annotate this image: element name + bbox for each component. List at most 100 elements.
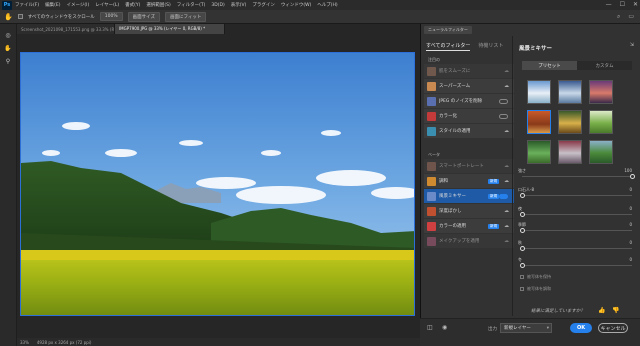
slider-value: 0	[629, 187, 632, 192]
zoom-icon[interactable]: ⚲	[6, 58, 10, 65]
menu-edit[interactable]: 編集(E)	[45, 2, 60, 8]
new-badge: 新規	[488, 178, 499, 184]
preset-thumb[interactable]	[558, 110, 582, 134]
cloud-icon: ☁	[504, 68, 509, 74]
scroll-all-checkbox[interactable]	[17, 14, 23, 19]
slider-value: 0	[629, 222, 632, 227]
landscape-photo[interactable]	[20, 52, 415, 316]
settings-menu-icon[interactable]: ⇲	[630, 42, 634, 48]
beta-label: ベータ	[428, 152, 440, 157]
tab-screenshot[interactable]: Screenshot_2021098_171553.png @ 33.3% (R…	[17, 24, 115, 34]
zoom-100-button[interactable]: 100%	[99, 12, 123, 21]
slider-knob[interactable]	[519, 263, 525, 268]
menu-select[interactable]: 選択範囲(S)	[146, 2, 170, 8]
checkbox-box[interactable]	[520, 287, 524, 291]
checkbox-box[interactable]	[520, 275, 524, 279]
slider-track[interactable]	[522, 248, 632, 249]
checkbox-label: 被写体を調和	[527, 286, 551, 291]
filter-thumb	[427, 126, 436, 136]
close-icon[interactable]: ✕	[633, 1, 638, 8]
thumbs-up-icon[interactable]: 👍	[598, 307, 605, 314]
filter-landscape-mixer[interactable]: 風景ミキサー 新規	[424, 189, 514, 203]
menu-3d[interactable]: 3D(D)	[211, 3, 224, 8]
filter-makeup-transfer[interactable]: メイクアップを適用 ☁	[424, 234, 514, 248]
filter-smart-portrait[interactable]: スマートポートレート ☁	[424, 159, 514, 173]
cloud-icon: ☁	[504, 178, 509, 184]
slider-knob[interactable]	[519, 212, 525, 217]
slider-knob[interactable]	[629, 174, 635, 179]
status-bar: 33% 4928 px x 3264 px (72 ppi)	[17, 338, 420, 346]
menu-filter[interactable]: フィルター(T)	[177, 2, 206, 8]
menu-layer[interactable]: レイヤー(L)	[95, 2, 119, 8]
menu-window[interactable]: ウィンドウ(W)	[281, 2, 311, 8]
cancel-button[interactable]: キャンセル	[598, 323, 628, 333]
preset-thumb[interactable]	[589, 140, 613, 164]
output-select[interactable]: 新規レイヤー ▾	[500, 323, 552, 333]
cloud-icon: ☁	[504, 238, 509, 244]
slider-track[interactable]	[522, 230, 632, 231]
filter-toggle[interactable]	[499, 113, 508, 119]
preset-thumb[interactable]	[527, 140, 551, 164]
preset-custom-switch: プリセット カスタム	[522, 61, 632, 70]
slider-track[interactable]	[522, 176, 632, 177]
filter-super-zoom[interactable]: スーパーズーム ☁	[424, 79, 514, 93]
preset-thumb[interactable]	[527, 110, 551, 134]
filter-toggle[interactable]	[499, 193, 508, 199]
slider-track[interactable]	[522, 214, 632, 215]
filter-color-transfer[interactable]: カラーの適用 新規 ☁	[424, 219, 514, 233]
tab-all-filters[interactable]: すべてのフィルター	[426, 42, 471, 51]
beta-filter-list: スマートポートレート ☁ 調和 新規 ☁ 風景ミキサー 新規 深度ぼかし ☁ カ…	[424, 159, 514, 248]
filter-name: カラーの適用	[439, 224, 466, 229]
menu-plugins[interactable]: プラグイン	[252, 2, 275, 8]
preset-thumb[interactable]	[558, 80, 582, 104]
ok-button[interactable]: OK	[570, 323, 592, 333]
cloud-icon: ☁	[504, 83, 509, 89]
filter-depth-blur[interactable]: 深度ぼかし ☁	[424, 204, 514, 218]
maximize-icon[interactable]: ☐	[620, 1, 625, 8]
filter-colorize[interactable]: カラー化	[424, 109, 514, 123]
hand-tool-icon: ✋	[4, 12, 13, 21]
workspace-icon[interactable]: ▭	[628, 13, 634, 21]
tab-active-image[interactable]: IMGP7900.JPG @ 33% (レイヤー 0, RGB/8) *	[115, 24, 225, 34]
preset-thumb[interactable]	[589, 110, 613, 134]
slider-knob[interactable]	[519, 193, 525, 198]
filter-thumb	[427, 96, 436, 106]
slider-knob[interactable]	[519, 246, 525, 251]
cloud-icon: ☁	[504, 163, 509, 169]
layers-icon[interactable]: ◫	[427, 324, 433, 331]
preserve-subject-checkbox[interactable]: 被写体を保持	[520, 274, 551, 280]
menu-help[interactable]: ヘルプ(H)	[317, 2, 337, 8]
slider-track[interactable]	[522, 265, 632, 266]
filter-toggle[interactable]	[499, 98, 508, 104]
menu-image[interactable]: イメージ(I)	[66, 2, 89, 8]
harmonize-subject-checkbox[interactable]: 被写体を調和	[520, 286, 551, 292]
slider-track[interactable]	[522, 195, 632, 196]
filter-harmonization[interactable]: 調和 新規 ☁	[424, 174, 514, 188]
fit-screen-button[interactable]: 画面サイズ	[127, 11, 160, 22]
filter-name: 肌をスムーズに	[439, 69, 471, 74]
preview-icon[interactable]: ◉	[442, 324, 447, 331]
filter-thumb	[427, 66, 436, 76]
filter-skin-smoothing[interactable]: 肌をスムーズに ☁	[424, 64, 514, 78]
eye-icon[interactable]: ◎	[5, 32, 10, 39]
search-icon[interactable]: ⌕	[617, 13, 620, 21]
preset-thumb[interactable]	[527, 80, 551, 104]
minimize-icon[interactable]: —	[606, 1, 612, 8]
hand-icon[interactable]: ✋	[4, 45, 11, 52]
tab-custom[interactable]: カスタム	[577, 61, 632, 70]
filter-style-transfer[interactable]: スタイルの適用 ☁	[424, 124, 514, 138]
thumbs-down-icon[interactable]: 👎	[612, 307, 619, 314]
filter-jpeg-noise[interactable]: JPEG のノイズを削除	[424, 94, 514, 108]
tab-wait-list[interactable]: 待機リスト	[478, 42, 503, 51]
preset-thumb[interactable]	[589, 80, 613, 104]
tab-presets[interactable]: プリセット	[522, 61, 577, 70]
menu-file[interactable]: ファイル(F)	[15, 2, 39, 8]
slider-knob[interactable]	[519, 228, 525, 233]
preset-thumb[interactable]	[558, 140, 582, 164]
menu-view[interactable]: 表示(V)	[231, 2, 247, 8]
settings-title: 風景ミキサー	[519, 46, 553, 52]
slider-label: ロ石人-8	[518, 187, 534, 192]
menu-type[interactable]: 書式(Y)	[125, 2, 140, 8]
fill-screen-button[interactable]: 画面にフィット	[164, 11, 207, 22]
window-controls: — ☐ ✕	[606, 1, 638, 8]
